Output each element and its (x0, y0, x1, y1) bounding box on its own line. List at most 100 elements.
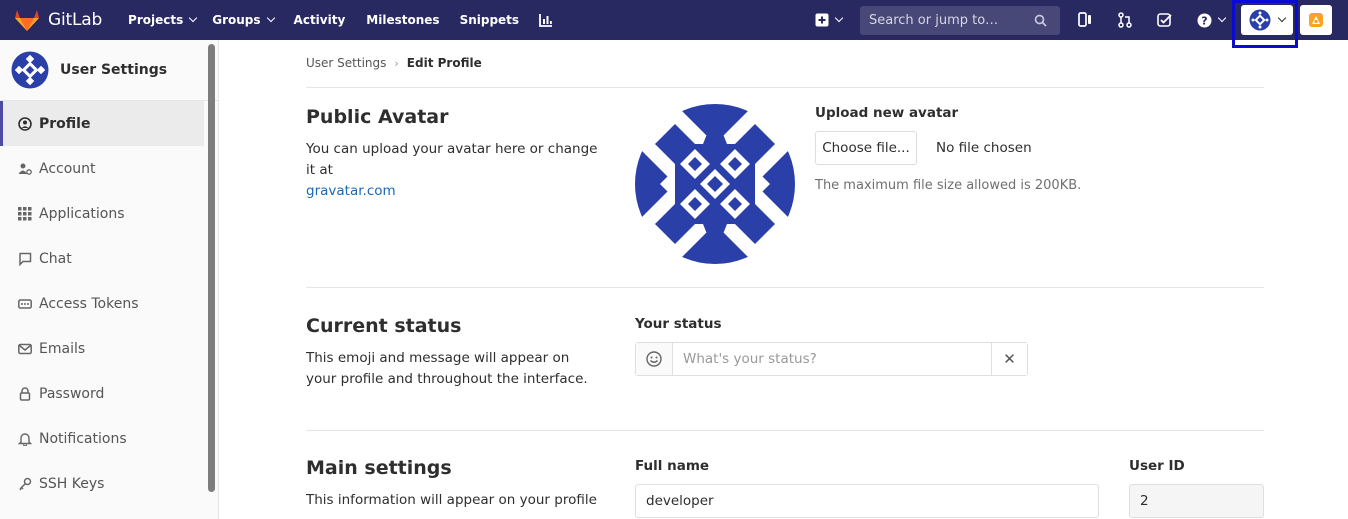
your-status-label: Your status (635, 316, 722, 332)
sidebar-item-label: Profile (39, 115, 91, 132)
nav-activity-label: Activity (293, 13, 346, 27)
status-message-input[interactable] (673, 343, 991, 375)
settings-sidebar: User Settings Profile Account Applicatio… (0, 40, 219, 519)
avatar-section-title: Public Avatar (306, 106, 449, 128)
avatar-size-help: The maximum file size allowed is 200KB. (815, 178, 1082, 193)
chevron-down-icon (189, 13, 198, 23)
nav-milestones[interactable]: Milestones (366, 0, 439, 40)
account-icon (17, 161, 33, 177)
chevron-down-icon (1217, 13, 1227, 23)
avatar-image (635, 104, 795, 264)
nav-groups[interactable]: Groups (212, 0, 275, 40)
nav-analytics[interactable] (539, 0, 553, 40)
email-icon (17, 341, 33, 357)
divider (306, 287, 1264, 288)
status-section-title: Current status (306, 315, 462, 337)
sidebar-item-profile[interactable]: Profile (0, 101, 204, 146)
sidebar-header[interactable]: User Settings (0, 40, 218, 101)
bell-icon (17, 431, 33, 447)
status-field: ✕ (635, 342, 1028, 376)
sidebar-item-label: Access Tokens (39, 295, 139, 312)
breadcrumb-parent-link[interactable]: User Settings (306, 56, 386, 70)
gitlab-home-link[interactable]: GitLab (14, 0, 102, 40)
choose-file-button[interactable]: Choose file... (815, 131, 917, 165)
chart-icon (539, 14, 553, 27)
sidebar-item-label: Emails (39, 340, 86, 357)
help-dropdown[interactable]: ? (1194, 10, 1228, 30)
new-item-dropdown[interactable] (812, 10, 844, 30)
sidebar-item-label: Password (39, 385, 105, 402)
no-file-text: No file chosen (936, 140, 1032, 156)
breadcrumb-current[interactable]: Edit Profile (407, 56, 482, 70)
sidebar-item-notifications[interactable]: Notifications (0, 416, 204, 461)
issues-icon (1078, 12, 1091, 27)
help-icon: ? (1197, 13, 1212, 27)
smiley-icon (646, 351, 662, 367)
breadcrumb: User Settings › Edit Profile (306, 56, 482, 70)
nav-projects[interactable]: Projects (128, 0, 198, 40)
sidebar-item-label: Chat (39, 250, 72, 267)
user-menu-highlight (1232, 0, 1298, 48)
avatar-section-description: You can upload your avatar here or chang… (306, 139, 606, 202)
svg-text:?: ? (1201, 14, 1207, 27)
nav-milestones-label: Milestones (366, 13, 440, 27)
close-icon: ✕ (1003, 350, 1016, 368)
nav-snippets-label: Snippets (459, 13, 520, 27)
user-id-field (1129, 484, 1264, 518)
sidebar-title: User Settings (60, 62, 168, 78)
sidebar-item-chat[interactable]: Chat (0, 236, 204, 281)
main-settings-title: Main settings (306, 457, 452, 479)
gravatar-link[interactable]: gravatar.com (306, 183, 396, 199)
sidebar-item-account[interactable]: Account (0, 146, 204, 191)
divider (306, 87, 1264, 88)
status-section-description: This emoji and message will appear on yo… (306, 350, 588, 387)
lock-icon (17, 386, 33, 402)
nav-groups-label: Groups (212, 13, 261, 27)
token-icon (17, 296, 33, 312)
issues-link[interactable] (1075, 10, 1095, 30)
sidebar-item-ssh-keys[interactable]: SSH Keys (0, 461, 204, 506)
merge-request-icon (1118, 12, 1132, 28)
sidebar-item-password[interactable]: Password (0, 371, 204, 416)
chat-icon (17, 251, 33, 267)
main-settings-description: This information will appear on your pro… (306, 492, 597, 508)
sidebar-item-access-tokens[interactable]: Access Tokens (0, 281, 204, 326)
todos-link[interactable] (1154, 10, 1174, 30)
sidebar-item-label: Account (39, 160, 96, 177)
gitlab-logo-icon (15, 10, 39, 31)
full-name-input[interactable] (635, 484, 1099, 518)
clear-status-button[interactable]: ✕ (991, 343, 1027, 375)
sidebar-item-emails[interactable]: Emails (0, 326, 204, 371)
profile-icon (17, 116, 33, 132)
chevron-down-icon (834, 13, 843, 23)
merge-requests-link[interactable] (1115, 10, 1135, 30)
nav-snippets[interactable]: Snippets (460, 0, 520, 40)
search-icon (1034, 14, 1047, 27)
full-name-label: Full name (635, 458, 710, 474)
user-avatar-icon (11, 51, 49, 89)
breadcrumb-separator: › (394, 56, 399, 70)
sidebar-item-label: Notifications (39, 430, 127, 447)
top-navbar: GitLab Projects Groups Activity Mileston… (0, 0, 1348, 48)
search-input[interactable] (860, 13, 1030, 28)
todo-check-icon (1156, 12, 1172, 27)
sidebar-item-applications[interactable]: Applications (0, 191, 204, 236)
chevron-down-icon (266, 13, 275, 23)
performance-bar-toggle[interactable] (1300, 5, 1332, 35)
search-box[interactable] (860, 6, 1060, 35)
sidebar-scrollbar[interactable] (208, 44, 215, 492)
sidebar-item-label: SSH Keys (39, 475, 105, 492)
tanuki-icon (1309, 13, 1323, 27)
key-icon (17, 476, 33, 492)
avatar-description-text: You can upload your avatar here or chang… (306, 141, 598, 178)
emoji-picker-button[interactable] (636, 343, 673, 375)
upload-avatar-label: Upload new avatar (815, 105, 959, 121)
sidebar-item-label: Applications (39, 205, 125, 222)
applications-icon (17, 206, 33, 222)
user-id-label: User ID (1129, 458, 1185, 474)
divider (306, 430, 1264, 431)
nav-projects-label: Projects (128, 13, 184, 27)
brand-name: GitLab (48, 10, 103, 30)
nav-activity[interactable]: Activity (294, 0, 346, 40)
plus-square-icon (815, 13, 828, 27)
